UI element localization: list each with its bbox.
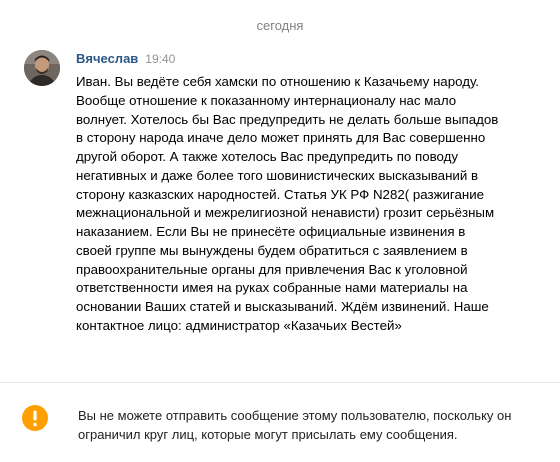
notice-text: Вы не можете отправить сообщение этому п… [78,408,512,442]
avatar[interactable] [24,50,60,86]
message-text: Иван. Вы ведёте себя хамски по отношению… [76,74,499,333]
message-body: Вячеслав 19:40 Иван. Вы ведёте себя хамск… [76,50,546,336]
write-restriction-notice: Вы не можете отправить сообщение этому п… [0,383,560,462]
message-header: Вячеслав 19:40 [76,50,546,70]
message-time[interactable]: 19:40 [145,52,175,66]
avatar-photo-icon [24,50,60,86]
date-separator: сегодня [256,18,304,33]
exclamation-icon [22,405,48,431]
author-name-link[interactable]: Вячеслав [76,51,138,66]
